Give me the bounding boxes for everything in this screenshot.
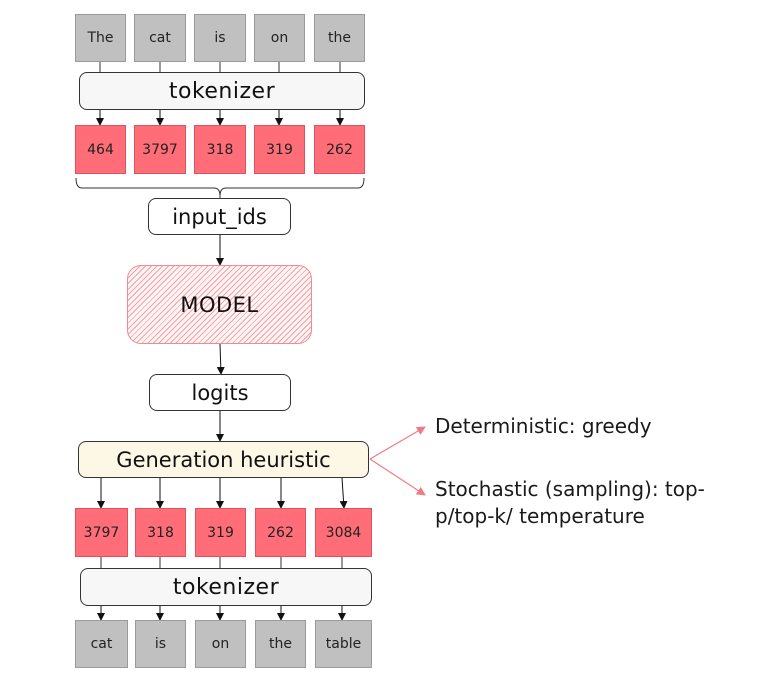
logits-box: logits: [149, 374, 291, 411]
stochastic-label: Stochastic (sampling): top- p/top-k/ tem…: [435, 476, 755, 530]
output-id: 318: [135, 508, 186, 557]
input-id: 464: [75, 125, 126, 174]
tokenizer-to-id-arrows: [96, 110, 344, 126]
input-token: is: [194, 14, 246, 62]
output-id: 319: [195, 508, 246, 557]
input-token: The: [75, 14, 126, 62]
deterministic-label: Deterministic: greedy: [435, 414, 652, 438]
input-ids-box: input_ids: [148, 198, 291, 235]
input-id: 3797: [134, 125, 186, 174]
model-box: MODEL: [127, 265, 312, 344]
tokenizer-to-word-arrows: [97, 606, 346, 621]
output-token: the: [255, 620, 306, 668]
output-id: 3797: [75, 508, 128, 557]
output-token: table: [315, 620, 372, 668]
word-to-tokenizer-lines: [99, 62, 341, 72]
stochastic-line-2: p/top-k/ temperature: [435, 504, 645, 528]
generation-heuristic-box: Generation heuristic: [78, 441, 369, 478]
output-token: on: [195, 620, 246, 668]
output-token: cat: [75, 620, 128, 668]
tokenizer-decode: tokenizer: [80, 568, 372, 606]
input-id: 262: [314, 125, 365, 174]
output-id: 262: [255, 508, 306, 557]
output-token: is: [135, 620, 186, 668]
id-to-tokenizer-lines: [100, 557, 343, 568]
input-id: 319: [254, 125, 305, 174]
input-token: on: [254, 14, 305, 62]
input-id: 318: [194, 125, 246, 174]
tokenizer-encode: tokenizer: [79, 72, 365, 110]
input-token: cat: [134, 14, 186, 62]
input-token: the: [314, 14, 365, 62]
generation-to-id-arrows: [97, 477, 348, 509]
arrow-to-stochastic: [369, 458, 426, 496]
arrow-to-deterministic: [369, 426, 426, 460]
arrow-model-logits: [216, 343, 225, 375]
stochastic-line-1: Stochastic (sampling): top-: [435, 477, 705, 501]
output-id: 3084: [315, 508, 372, 557]
